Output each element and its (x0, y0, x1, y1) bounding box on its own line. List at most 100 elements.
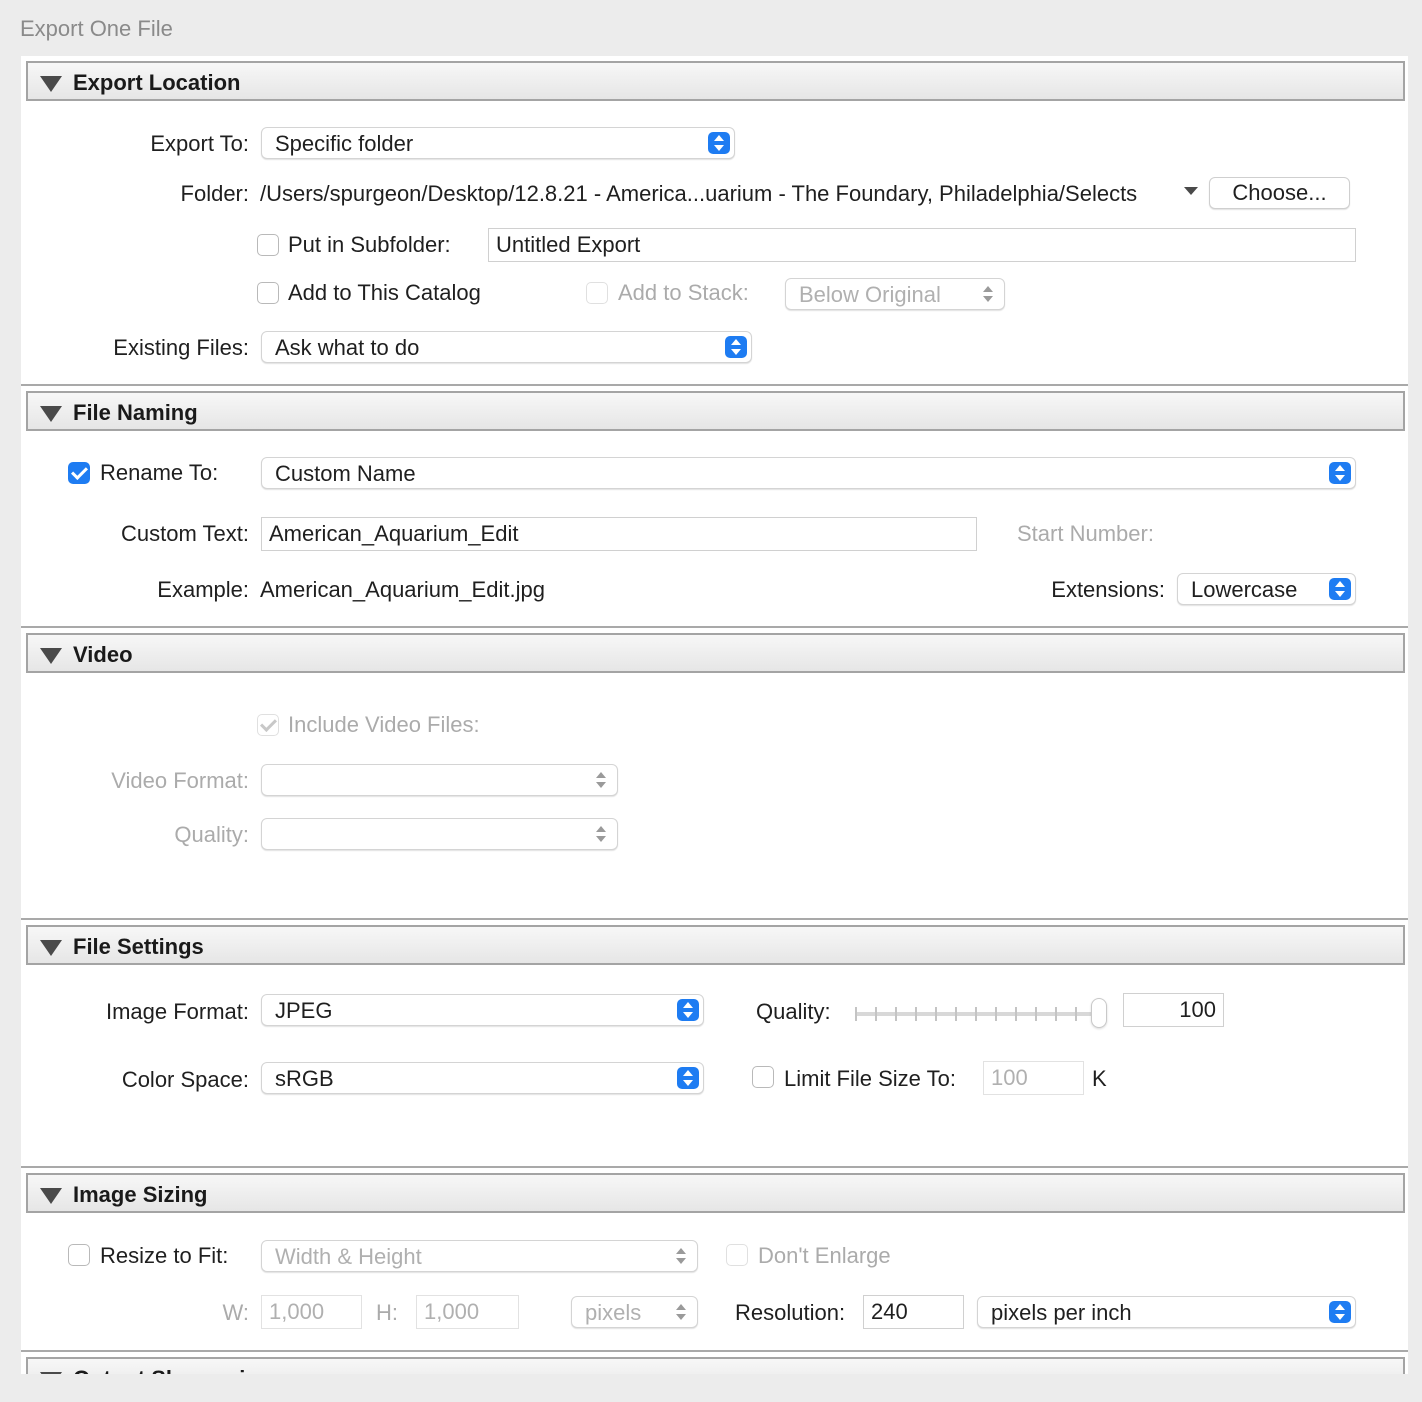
image-format-value: JPEG (275, 998, 333, 1023)
slider-tick (895, 1007, 897, 1021)
rename-checkbox[interactable] (68, 462, 90, 484)
limit-size-input[interactable] (983, 1061, 1084, 1095)
section-title: Output Sharpening (73, 1366, 272, 1374)
extensions-popup[interactable]: Lowercase (1177, 573, 1356, 605)
quality-slider[interactable] (853, 996, 1113, 1030)
subfolder-input[interactable] (488, 228, 1356, 262)
extensions-value: Lowercase (1191, 577, 1298, 602)
custom-text-label: Custom Text: (121, 521, 249, 546)
section-title: File Naming (73, 400, 198, 425)
extensions-label: Extensions: (1051, 577, 1165, 602)
section-title: Export Location (73, 70, 241, 95)
output-sharpening-panel: Output Sharpening (21, 1352, 1408, 1374)
folder-label: Folder: (180, 181, 249, 206)
limit-size-checkbox[interactable] (752, 1066, 774, 1088)
resolution-input[interactable] (863, 1295, 964, 1329)
export-to-label: Export To: (150, 131, 249, 156)
disclosure-triangle-icon (40, 406, 62, 422)
slider-track (855, 1012, 1101, 1016)
video-panel: Video Include Video Files: Video Format:… (21, 628, 1408, 920)
export-location-header[interactable]: Export Location (26, 61, 1405, 101)
popup-arrows-icon (708, 132, 730, 154)
width-label: W: (222, 1300, 249, 1325)
image-sizing-panel: Image Sizing Resize to Fit: Width & Heig… (21, 1168, 1408, 1352)
quality-label: Quality: (756, 999, 831, 1024)
section-title: Image Sizing (73, 1182, 208, 1207)
file-naming-header[interactable]: File Naming (26, 391, 1405, 431)
slider-tick (935, 1007, 937, 1021)
popup-arrows-icon (675, 1303, 687, 1321)
file-settings-header[interactable]: File Settings (26, 925, 1405, 965)
include-video-checkbox[interactable] (257, 714, 279, 736)
slider-tick (875, 1007, 877, 1021)
video-header[interactable]: Video (26, 633, 1405, 673)
image-format-label: Image Format: (105, 999, 249, 1024)
include-video-label: Include Video Files: (288, 712, 480, 737)
slider-tick (855, 1007, 857, 1021)
popup-arrows-icon (677, 999, 699, 1021)
resize-popup[interactable]: Width & Height (261, 1240, 698, 1272)
output-sharpening-header[interactable]: Output Sharpening (26, 1357, 1405, 1374)
export-to-value: Specific folder (275, 131, 414, 156)
folder-path: /Users/spurgeon/Desktop/12.8.21 - Americ… (260, 181, 1138, 206)
popup-arrows-icon (1329, 578, 1351, 600)
window-bottom-edge (0, 1374, 1422, 1402)
resize-label: Resize to Fit: (100, 1243, 229, 1268)
height-input[interactable] (416, 1295, 519, 1329)
subfolder-label: Put in Subfolder: (288, 232, 451, 257)
dont-enlarge-label: Don't Enlarge (758, 1243, 891, 1268)
start-number-label: Start Number: (1017, 521, 1154, 546)
popup-arrows-icon (595, 771, 607, 789)
custom-text-input[interactable] (261, 517, 977, 551)
folder-history-dropdown-icon[interactable] (1184, 187, 1198, 195)
popup-arrows-icon (675, 1247, 687, 1265)
color-space-popup[interactable]: sRGB (261, 1062, 704, 1094)
slider-tick (1035, 1007, 1037, 1021)
width-input[interactable] (261, 1295, 362, 1329)
existing-files-value: Ask what to do (275, 335, 420, 360)
rename-popup[interactable]: Custom Name (261, 457, 1356, 489)
resolution-unit-popup[interactable]: pixels per inch (977, 1296, 1356, 1328)
example-label: Example: (157, 577, 249, 602)
color-space-value: sRGB (275, 1066, 334, 1091)
video-format-popup[interactable] (261, 764, 618, 796)
disclosure-triangle-icon (40, 648, 62, 664)
disclosure-triangle-icon (40, 1188, 62, 1204)
popup-arrows-icon (725, 336, 747, 358)
rename-value: Custom Name (275, 461, 416, 486)
example-value: American_Aquarium_Edit.jpg (260, 577, 545, 602)
resize-checkbox[interactable] (68, 1244, 90, 1266)
slider-thumb[interactable] (1091, 998, 1107, 1028)
image-sizing-header[interactable]: Image Sizing (26, 1173, 1405, 1213)
choose-folder-button[interactable]: Choose... (1209, 177, 1350, 209)
add-stack-popup[interactable]: Below Original (785, 278, 1005, 310)
slider-tick (975, 1007, 977, 1021)
file-naming-panel: File Naming Rename To: Custom Name Custo… (21, 386, 1408, 628)
video-quality-label: Quality: (174, 822, 249, 847)
slider-tick (1075, 1007, 1077, 1021)
limit-size-label: Limit File Size To: (784, 1066, 956, 1091)
dont-enlarge-checkbox[interactable] (726, 1244, 748, 1266)
quality-input[interactable] (1123, 993, 1224, 1027)
add-stack-value: Below Original (799, 282, 941, 307)
add-stack-checkbox[interactable] (586, 282, 608, 304)
image-format-popup[interactable]: JPEG (261, 994, 704, 1026)
unit-popup[interactable]: pixels (571, 1296, 698, 1328)
height-label: H: (376, 1300, 398, 1325)
resize-value: Width & Height (275, 1244, 422, 1269)
popup-arrows-icon (595, 825, 607, 843)
slider-tick (1015, 1007, 1017, 1021)
add-catalog-checkbox[interactable] (257, 282, 279, 304)
resolution-label: Resolution: (735, 1300, 846, 1325)
video-quality-popup[interactable] (261, 818, 618, 850)
window-title: Export One File (20, 16, 173, 41)
popup-arrows-icon (1329, 1301, 1351, 1323)
slider-tick (995, 1007, 997, 1021)
existing-files-popup[interactable]: Ask what to do (261, 331, 752, 363)
existing-files-label: Existing Files: (113, 335, 249, 360)
subfolder-checkbox[interactable] (257, 234, 279, 256)
file-settings-panel: File Settings Image Format: JPEG Quality… (21, 920, 1408, 1168)
export-to-popup[interactable]: Specific folder (261, 127, 735, 159)
disclosure-triangle-icon (40, 76, 62, 92)
rename-label: Rename To: (100, 460, 219, 485)
